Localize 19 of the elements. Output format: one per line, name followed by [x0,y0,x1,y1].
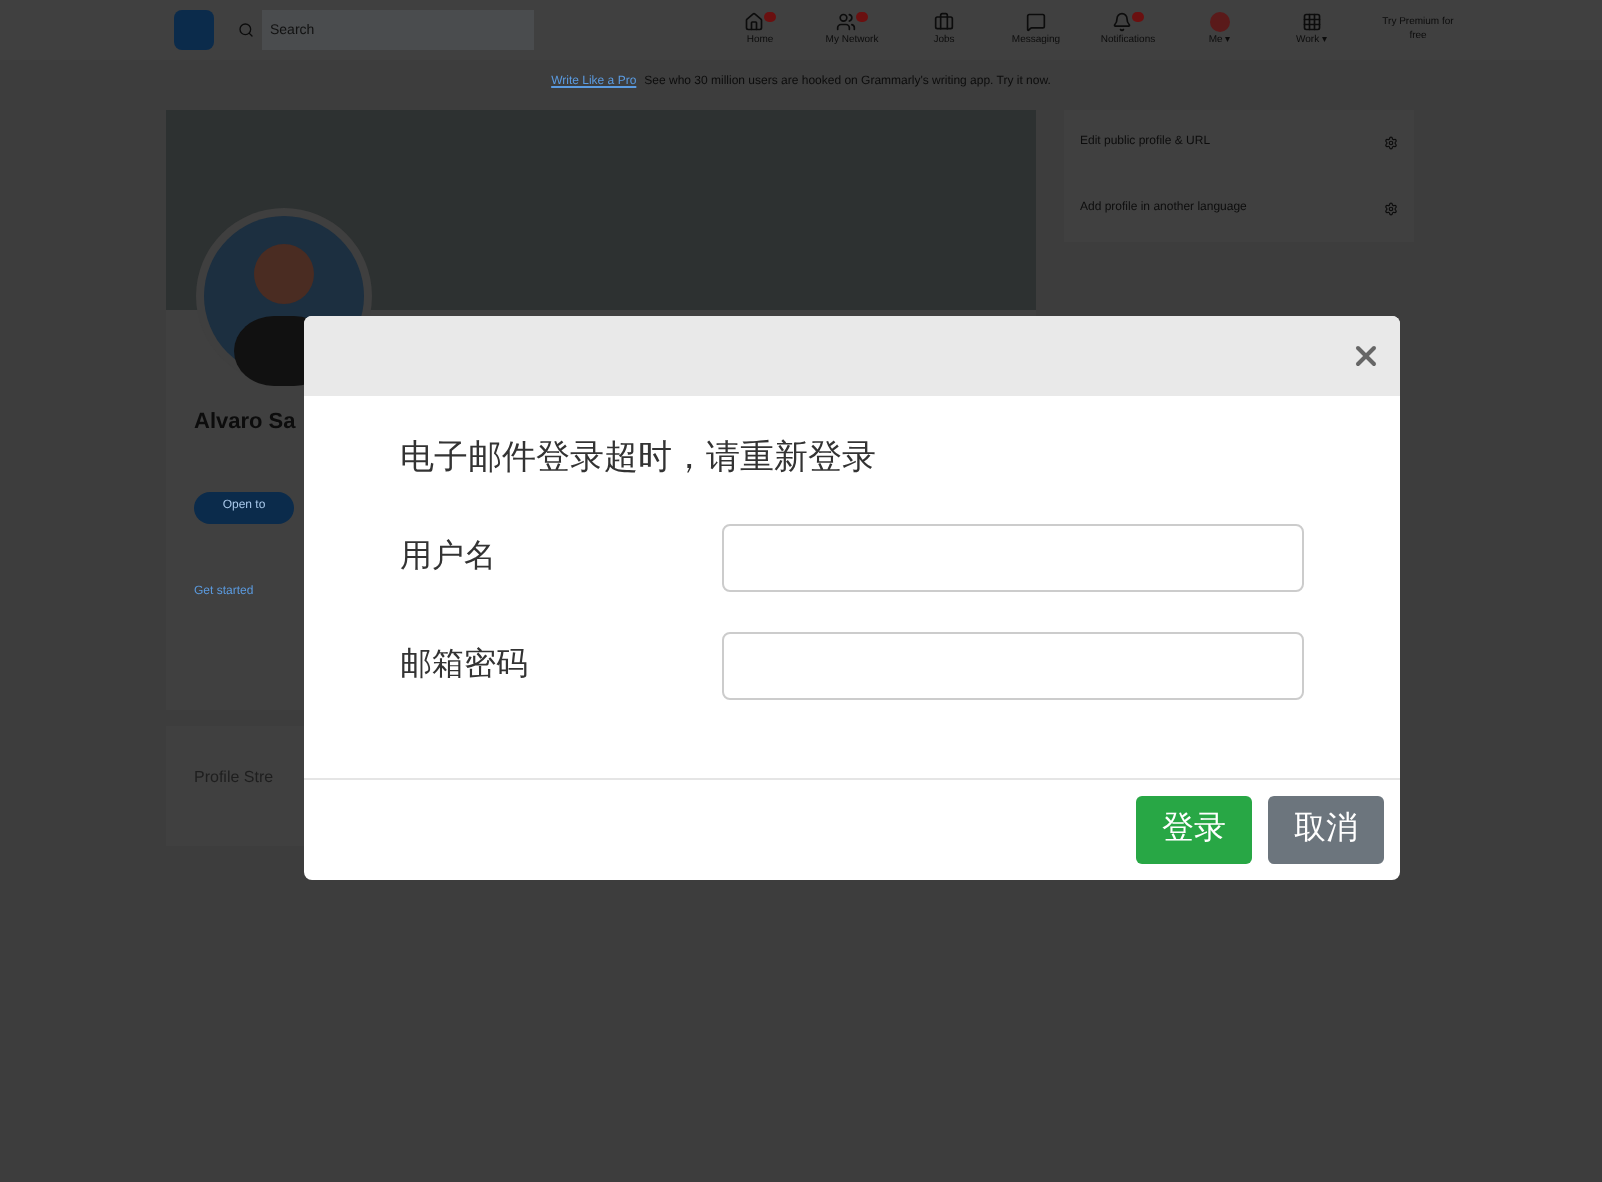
briefcase-icon [934,11,954,32]
field-label: 邮箱密码 [400,645,530,685]
avatar-icon [1210,11,1230,32]
close-icon [1350,340,1382,372]
grid-icon [1302,11,1322,32]
login-button[interactable]: 登录 [1136,796,1252,864]
field-label: 用户名 [400,537,498,577]
house-icon [744,11,764,32]
help-icon [1384,202,1398,216]
search-icon [238,22,254,38]
dialog-message: 电子邮件登录超时，请重新登录 [400,436,878,480]
chat-icon [1026,11,1046,32]
logo-icon[interactable] [174,10,214,50]
cancel-button[interactable]: 取消 [1268,796,1384,864]
people-icon [836,11,856,32]
bell-icon [1112,11,1132,32]
help-icon [1384,136,1398,150]
input-field[interactable] [722,523,1304,591]
input-field[interactable] [722,631,1304,699]
